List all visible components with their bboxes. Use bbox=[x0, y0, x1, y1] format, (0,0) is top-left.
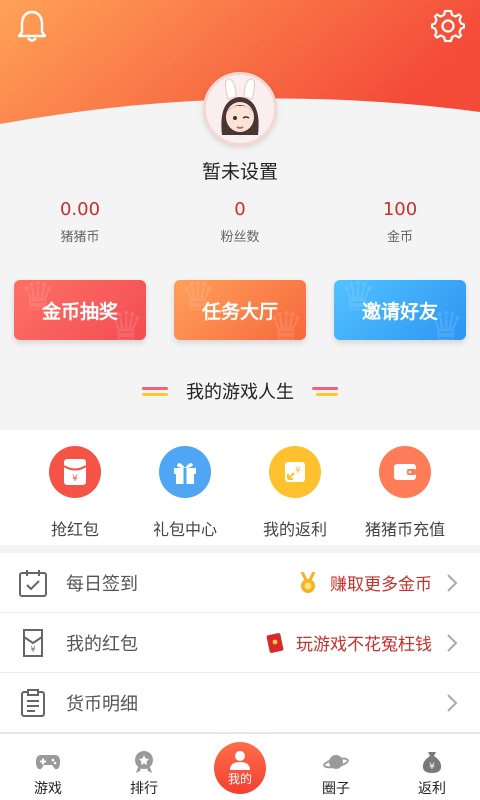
svg-text:¥: ¥ bbox=[295, 466, 301, 476]
tab-label: 圈子 bbox=[322, 781, 350, 797]
planet-icon bbox=[323, 755, 349, 769]
notification-button[interactable] bbox=[12, 6, 52, 46]
task-hall-label: 任务大厅 bbox=[201, 300, 278, 323]
avatar[interactable] bbox=[203, 72, 277, 146]
feature-label: 抢红包 bbox=[50, 520, 99, 539]
tab-label: 我的 bbox=[227, 771, 252, 786]
gold-lottery-label: 金币抽奖 bbox=[41, 300, 118, 323]
svg-text:¥: ¥ bbox=[429, 762, 435, 772]
menu-list: 每日签到 赚取更多金币 ¥ 我的红包 玩游戏不花冤枉钱 货币明细 bbox=[0, 553, 480, 733]
stat-piggy-coin[interactable]: 0.00 猪猪币 bbox=[0, 198, 160, 245]
stat-label: 金币 bbox=[386, 230, 413, 245]
ranking-icon bbox=[135, 751, 153, 773]
username[interactable]: 暂未设置 bbox=[0, 157, 480, 184]
feature-grid: ¥ 抢红包 礼包中心 ¥ 我的返利 猪猪币充值 bbox=[0, 430, 480, 545]
user-icon bbox=[230, 750, 250, 770]
tab-ranking[interactable]: 排行 bbox=[96, 734, 192, 800]
tab-label: 排行 bbox=[130, 781, 158, 797]
settings-button[interactable] bbox=[428, 6, 468, 46]
tab-mine[interactable]: 我的 bbox=[192, 734, 288, 800]
red-envelope-small-icon bbox=[266, 632, 284, 653]
tab-label: 返利 bbox=[418, 781, 446, 797]
list-item-label: 每日签到 bbox=[66, 573, 138, 595]
chevron-right-icon bbox=[447, 634, 458, 652]
list-item-currency-details[interactable]: 货币明细 bbox=[0, 673, 480, 733]
stat-value: 100 bbox=[382, 199, 418, 220]
bell-icon bbox=[17, 10, 47, 42]
invite-friends-button[interactable]: ♛ ♛ 邀请好友 bbox=[334, 280, 466, 340]
feature-label: 猪猪币充值 bbox=[364, 520, 445, 539]
stat-value: 0 bbox=[234, 199, 246, 220]
stat-label: 粉丝数 bbox=[220, 230, 260, 245]
tab-games[interactable]: 游戏 bbox=[0, 734, 96, 800]
chevron-right-icon bbox=[447, 574, 458, 592]
gamepad-icon bbox=[36, 755, 60, 770]
chevron-right-icon bbox=[447, 694, 458, 712]
list-item-daily-checkin[interactable]: 每日签到 赚取更多金币 bbox=[0, 553, 480, 613]
list-item-promo: 赚取更多金币 bbox=[330, 575, 432, 595]
feature-label: 礼包中心 bbox=[152, 520, 217, 539]
list-item-promo: 玩游戏不花冤枉钱 bbox=[296, 635, 432, 655]
stat-fans[interactable]: 0 粉丝数 bbox=[160, 198, 320, 245]
red-envelope-icon: ¥ bbox=[49, 446, 101, 498]
rebate-icon: ¥ bbox=[269, 446, 321, 498]
svg-text:¥: ¥ bbox=[30, 645, 35, 654]
feature-label: 我的返利 bbox=[262, 520, 327, 539]
list-item-label: 货币明细 bbox=[66, 693, 138, 715]
tab-rebate[interactable]: ¥ 返利 bbox=[384, 734, 480, 800]
gear-icon bbox=[431, 9, 465, 43]
wallet-icon bbox=[379, 446, 431, 498]
decoration-lines-left bbox=[142, 386, 168, 396]
gift-icon bbox=[159, 446, 211, 498]
svg-text:¥: ¥ bbox=[72, 474, 78, 484]
feature-gift-center[interactable]: 礼包中心 bbox=[125, 446, 245, 540]
stat-gold-coin[interactable]: 100 金币 bbox=[320, 198, 480, 245]
feature-my-rebate[interactable]: ¥ 我的返利 bbox=[235, 446, 355, 540]
feature-piggy-coin-recharge[interactable]: 猪猪币充值 bbox=[345, 446, 465, 540]
feature-grab-red-envelope[interactable]: ¥ 抢红包 bbox=[15, 446, 135, 540]
task-hall-button[interactable]: ♛ ♛ 任务大厅 bbox=[174, 280, 306, 340]
clipboard-icon bbox=[21, 689, 45, 717]
decoration-lines-right bbox=[312, 386, 338, 396]
gold-lottery-button[interactable]: ♛ ♛ 金币抽奖 bbox=[14, 280, 146, 340]
medal-icon bbox=[300, 571, 316, 593]
tab-circle[interactable]: 圈子 bbox=[288, 734, 384, 800]
bottom-tab-bar: 游戏 排行 我的 圈子 ¥ 返利 bbox=[0, 733, 480, 800]
checkin-icon bbox=[19, 570, 47, 597]
invite-friends-label: 邀请好友 bbox=[361, 300, 438, 323]
stat-value: 0.00 bbox=[59, 199, 101, 220]
stat-label: 猪猪币 bbox=[60, 230, 100, 245]
envelope-icon: ¥ bbox=[23, 629, 43, 657]
section-title: 我的游戏人生 bbox=[0, 378, 480, 404]
moneybag-icon: ¥ bbox=[422, 752, 442, 773]
list-item-label: 我的红包 bbox=[66, 633, 138, 655]
list-item-my-red-envelope[interactable]: ¥ 我的红包 玩游戏不花冤枉钱 bbox=[0, 613, 480, 673]
tab-label: 游戏 bbox=[34, 781, 62, 797]
section-title-text: 我的游戏人生 bbox=[186, 382, 294, 403]
